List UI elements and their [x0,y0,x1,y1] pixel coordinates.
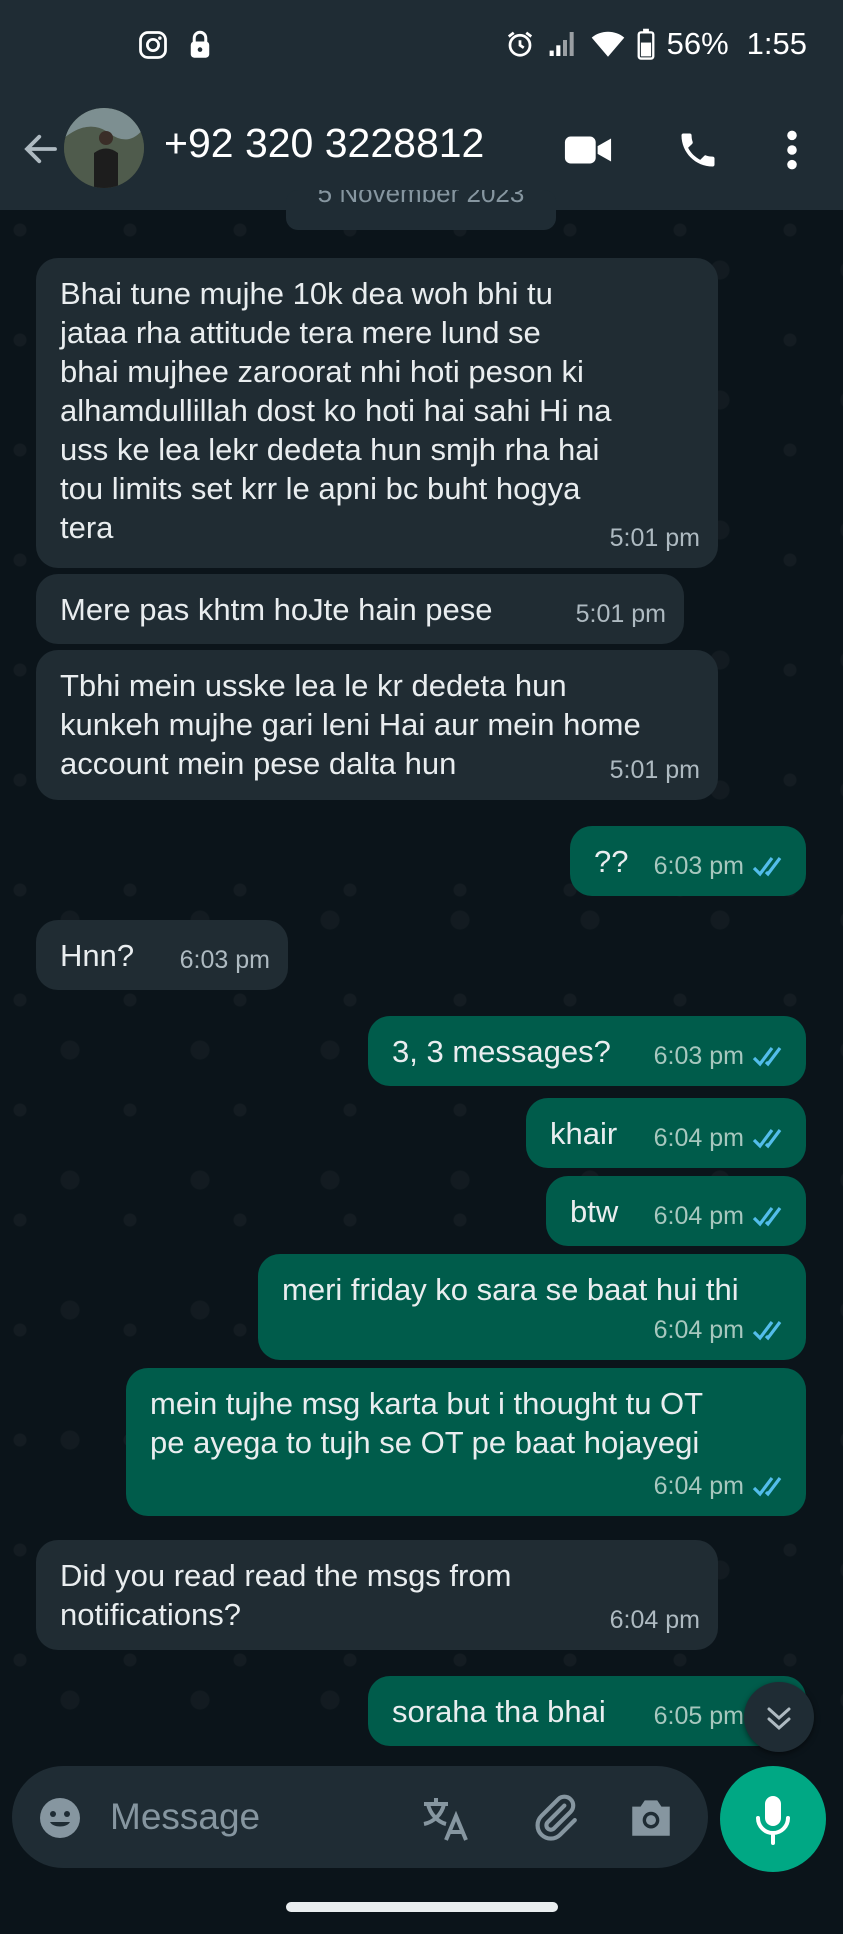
message-time: 5:01 pm [609,524,700,552]
status-bar: 56% 1:55 [0,0,843,96]
message-time: 6:04 pm [653,1316,744,1344]
more-options-icon[interactable] [764,122,820,178]
message-incoming[interactable]: Bhai tune mujhe 10k dea woh bhi tu jataa… [36,258,718,568]
read-receipt-icon [752,1206,782,1226]
lock-icon [188,30,212,60]
message-text: Tbhi mein usske lea le kr dedeta hun kun… [60,668,641,781]
voice-record-button[interactable] [720,1766,826,1872]
message-outgoing[interactable]: mein tujhe msg karta but i thought tu OT… [126,1368,806,1516]
message-text: Mere pas khtm hoJte hain pese [60,592,493,627]
message-outgoing[interactable]: khair 6:04 pm [526,1098,806,1168]
message-time: 5:01 pm [575,600,666,628]
message-outgoing[interactable]: soraha tha bhai 6:05 pm [368,1676,806,1746]
message-incoming[interactable]: Hnn? 6:03 pm [36,920,288,990]
read-receipt-icon [752,856,782,876]
message-time: 5:01 pm [609,756,700,784]
message-time: 6:03 pm [653,852,744,880]
back-arrow-icon[interactable] [16,124,66,174]
message-time: 6:04 pm [653,1124,744,1152]
home-indicator [286,1902,558,1912]
attach-icon[interactable] [530,1792,580,1842]
mic-icon [756,1796,790,1845]
message-time: 6:04 pm [653,1202,744,1230]
message-input[interactable]: Message [110,1796,260,1838]
message-time: 6:04 pm [609,1606,700,1634]
message-text: mein tujhe msg karta but i thought tu OT… [150,1386,704,1460]
message-outgoing[interactable]: btw 6:04 pm [546,1176,806,1246]
message-incoming[interactable]: Mere pas khtm hoJte hain pese 5:01 pm [36,574,684,644]
message-text: Did you read read the msgs from notifica… [60,1558,512,1632]
read-receipt-icon [752,1128,782,1148]
message-text: Bhai tune mujhe 10k dea woh bhi tu jataa… [60,276,612,545]
message-text: meri friday ko sara se baat hui thi [282,1272,739,1307]
wifi-icon [591,29,625,59]
signal-icon [547,29,579,59]
message-incoming[interactable]: Tbhi mein usske lea le kr dedeta hun kun… [36,650,718,800]
date-separator: 5 November 2023 [286,190,556,230]
instagram-icon [138,30,168,60]
camera-icon[interactable] [626,1794,676,1840]
scroll-to-bottom-button[interactable] [744,1682,814,1752]
read-receipt-icon [752,1320,782,1340]
double-chevron-down-icon [767,1707,791,1731]
contact-avatar[interactable] [64,108,144,188]
message-composer[interactable]: Message [12,1766,708,1868]
translate-icon[interactable] [420,1794,472,1842]
emoji-icon[interactable] [36,1794,84,1842]
message-outgoing[interactable]: ?? 6:03 pm [570,826,806,896]
message-time: 6:03 pm [653,1042,744,1070]
message-outgoing[interactable]: 3, 3 messages? 6:03 pm [368,1016,806,1086]
battery-percent: 56% [666,26,729,61]
message-outgoing[interactable]: meri friday ko sara se baat hui thi 6:04… [258,1254,806,1360]
alarm-icon [505,29,535,59]
message-time: 6:05 pm [653,1702,744,1730]
read-receipt-icon [752,1476,782,1496]
voice-call-icon[interactable] [670,122,726,178]
message-incoming[interactable]: Did you read read the msgs from notifica… [36,1540,718,1650]
contact-name[interactable]: +92 320 3228812 [164,120,484,167]
message-time: 6:03 pm [179,946,270,974]
battery-icon [637,28,655,60]
video-call-icon[interactable] [560,122,616,178]
read-receipt-icon [752,1046,782,1066]
clock: 1:55 [746,26,807,61]
message-time: 6:04 pm [653,1472,744,1500]
